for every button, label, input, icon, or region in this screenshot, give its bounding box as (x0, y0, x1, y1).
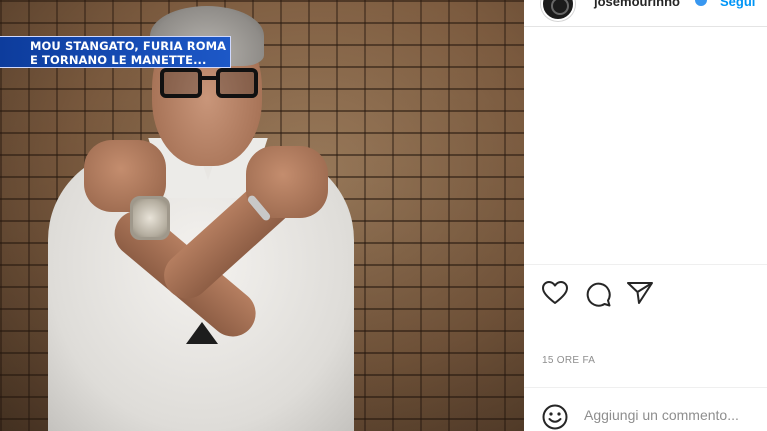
share-icon[interactable] (627, 281, 653, 305)
post-header: josemourinho Segui (524, 0, 767, 27)
post-side-panel: josemourinho Segui 15 ORE FA (524, 0, 767, 431)
news-banner-line-1: MOU STANGATO, FURIA ROMA (30, 39, 227, 53)
post-actions (524, 264, 767, 320)
heart-icon[interactable] (542, 281, 568, 305)
shirt-logo (186, 322, 218, 344)
comment-input[interactable] (584, 405, 759, 425)
news-banner-line-2: E TORNANO LE MANETTE... (30, 53, 207, 67)
username[interactable]: josemourinho (594, 0, 680, 9)
comment-icon[interactable] (585, 281, 611, 307)
glasses (160, 68, 258, 100)
emoji-icon[interactable] (542, 404, 568, 430)
post-timestamp: 15 ORE FA (542, 355, 596, 366)
wristwatch (130, 196, 170, 240)
follow-button[interactable]: Segui (720, 0, 755, 9)
post-photo: MOU STANGATO, FURIA ROMA E TORNANO LE MA… (0, 0, 524, 431)
avatar[interactable] (541, 0, 575, 21)
glasses-lens-right (216, 68, 258, 98)
comment-bar (524, 387, 767, 431)
verified-badge-icon (695, 0, 707, 6)
news-banner: MOU STANGATO, FURIA ROMA E TORNANO LE MA… (0, 36, 231, 68)
glasses-lens-left (160, 68, 202, 98)
